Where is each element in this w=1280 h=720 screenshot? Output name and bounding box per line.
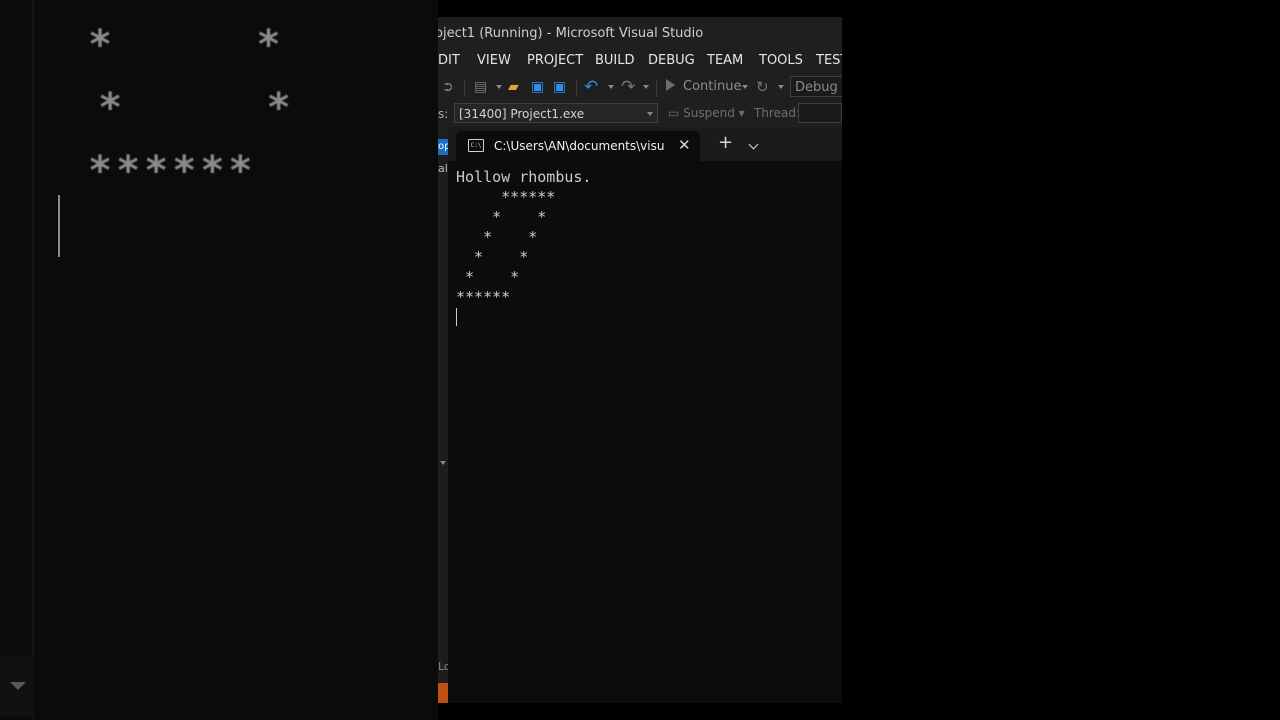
process-label: s: [438, 107, 449, 121]
navigate-forward-icon[interactable]: ➲ [442, 78, 454, 96]
menu-debug[interactable]: DEBUG [648, 53, 695, 68]
terminal-window: C:\ C:\Users\AN\documents\visua ✕ + Holl… [448, 127, 842, 703]
background-echo: * * * * ****** [0, 0, 438, 720]
toolbar-separator [464, 79, 465, 97]
side-panel-text: al [438, 162, 448, 175]
restart-icon[interactable]: ↻ [756, 78, 769, 96]
side-panel-strip [438, 137, 448, 703]
save-all-icon[interactable]: ▣ [553, 78, 566, 96]
background-echo-line: ****** [88, 148, 257, 194]
terminal-tab[interactable]: C:\ C:\Users\AN\documents\visua ✕ [456, 131, 700, 161]
terminal-tab-bar: C:\ C:\Users\AN\documents\visua ✕ + [448, 127, 842, 161]
window-title-bar: oject1 (Running) - Microsoft Visual Stud… [438, 17, 842, 51]
chevron-down-icon[interactable] [496, 85, 502, 89]
console-icon: C:\ [468, 139, 484, 152]
undo-icon[interactable]: ↶ [584, 78, 598, 96]
chevron-down-icon [10, 682, 26, 690]
background-echo-line: * * [88, 22, 285, 68]
background-cursor [58, 195, 60, 257]
chevron-down-icon[interactable] [440, 461, 446, 465]
side-panel-text: Lo [438, 660, 448, 673]
terminal-tab-title: C:\Users\AN\documents\visua [494, 139, 664, 153]
menu-team[interactable]: TEAM [707, 53, 743, 68]
menu-tools[interactable]: TOOLS [759, 53, 803, 68]
side-panel-tab[interactable]: op [438, 139, 448, 155]
redo-icon[interactable]: ↷ [621, 78, 635, 96]
chevron-down-icon[interactable] [643, 85, 649, 89]
visual-studio-window: oject1 (Running) - Microsoft Visual Stud… [438, 17, 842, 703]
console-output: Hollow rhombus. ****** * * * * * * * * *… [456, 168, 592, 306]
toolbar: ➲ ▤ ▰ ▣ ▣ ↶ ↷ Continue ↻ Debug [438, 75, 842, 99]
thread-select[interactable] [798, 103, 842, 123]
menu-bar: DIT VIEW PROJECT BUILD DEBUG TEAM TOOLS … [438, 51, 842, 71]
chevron-down-icon [647, 112, 653, 116]
menu-view[interactable]: VIEW [477, 53, 511, 68]
menu-project[interactable]: PROJECT [527, 53, 583, 68]
window-title: oject1 (Running) - Microsoft Visual Stud… [438, 26, 704, 41]
background-edge [32, 0, 34, 720]
play-icon [666, 79, 675, 91]
menu-edit[interactable]: DIT [438, 53, 460, 68]
open-folder-icon[interactable]: ▰ [508, 78, 519, 96]
chevron-down-icon[interactable] [748, 139, 759, 150]
menu-build[interactable]: BUILD [595, 53, 635, 68]
continue-label: Continue [683, 79, 742, 94]
process-value: [31400] Project1.exe [459, 107, 585, 121]
continue-button[interactable]: Continue [666, 77, 741, 97]
toolbar-separator [656, 79, 657, 97]
debug-location-bar: s: [31400] Project1.exe ▭ Suspend ▾ Thre… [438, 103, 842, 125]
suspend-label: Suspend [683, 106, 735, 120]
thread-label: Thread: [754, 106, 801, 120]
chevron-down-icon[interactable] [778, 85, 784, 89]
chevron-down-icon[interactable] [608, 85, 614, 89]
toolbar-separator [576, 79, 577, 97]
chevron-down-icon[interactable] [742, 85, 748, 89]
menu-test[interactable]: TEST [816, 53, 842, 68]
status-indicator [438, 683, 448, 703]
new-item-icon[interactable]: ▤ [474, 78, 487, 96]
suspend-button[interactable]: ▭ Suspend ▾ [668, 106, 745, 120]
close-icon[interactable]: ✕ [678, 135, 691, 155]
text-cursor [456, 308, 457, 326]
process-select[interactable]: [31400] Project1.exe [454, 103, 658, 123]
solution-configuration-select[interactable]: Debug [790, 76, 842, 97]
save-icon[interactable]: ▣ [531, 78, 544, 96]
plus-icon[interactable]: + [718, 133, 733, 153]
background-echo-line: * * [70, 85, 295, 131]
